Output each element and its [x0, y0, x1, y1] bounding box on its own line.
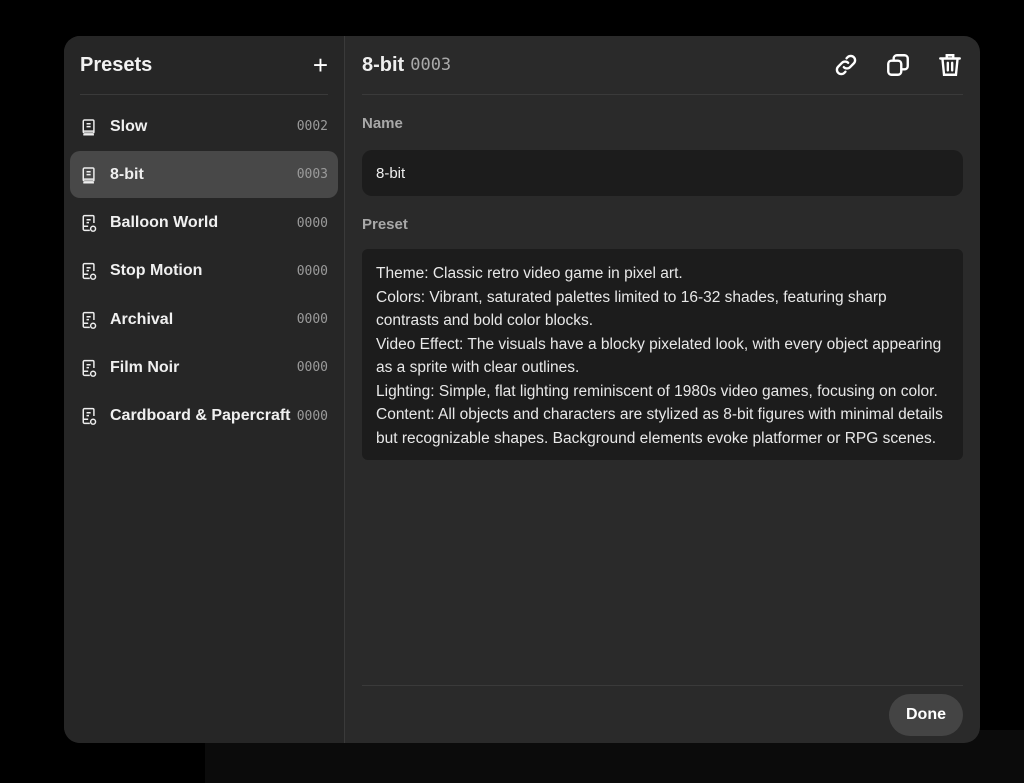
- preset-title: 8-bit: [362, 53, 405, 76]
- sidebar-item-label: 8-bit: [110, 165, 144, 183]
- preset-custom-icon: [82, 311, 97, 329]
- trash-icon[interactable]: [937, 52, 963, 78]
- sidebar-item[interactable]: Slow 0002: [70, 103, 338, 150]
- preset-book-icon: [82, 167, 95, 184]
- duplicate-icon[interactable]: [885, 52, 911, 78]
- presets-dialog: Presets + Slow 0002 8-bit 0003 Balloon World…: [64, 36, 980, 743]
- sidebar-item-count: 0000: [296, 408, 328, 424]
- preset-custom-icon: [82, 263, 97, 281]
- sidebar-item[interactable]: Stop Motion 0000: [70, 248, 338, 295]
- sidebar-item-label: Slow: [110, 117, 148, 135]
- sidebar-item[interactable]: Cardboard & Papercraft 0000: [70, 393, 338, 440]
- sidebar-item[interactable]: Archival 0000: [70, 296, 338, 343]
- sidebar-item-label: Archival: [110, 310, 174, 328]
- sidebar-title: Presets: [80, 53, 153, 76]
- sidebar-item[interactable]: Balloon World 0000: [70, 200, 338, 247]
- link-icon[interactable]: [833, 52, 859, 78]
- sidebar-item-count: 0003: [296, 167, 328, 183]
- sidebar-item-count: 0002: [296, 119, 328, 134]
- sidebar-item-count: 0000: [296, 215, 328, 231]
- sidebar-item-count: 0000: [296, 360, 328, 376]
- preset-custom-icon: [82, 408, 97, 426]
- preset-number: 0003: [410, 55, 452, 75]
- sidebar-item-label: Film Noir: [110, 358, 180, 376]
- preset-list: Slow 0002 8-bit 0003 Balloon World 0000 Stop M…: [70, 103, 338, 440]
- preset-editor: 8-bit 0003 Name 8-bit Preset Theme: Clas…: [345, 36, 980, 743]
- name-input[interactable]: 8-bit: [362, 150, 963, 196]
- sidebar-item-label: Stop Motion: [110, 262, 203, 280]
- sidebar-item-count: 0000: [296, 263, 328, 279]
- preset-custom-icon: [82, 359, 97, 377]
- sidebar-item[interactable]: Film Noir 0000: [70, 344, 338, 391]
- add-preset-button[interactable]: +: [313, 52, 328, 78]
- sidebar-item-count: 0000: [296, 312, 328, 328]
- preset-textarea[interactable]: Theme: Classic retro video game in pixel…: [362, 249, 963, 460]
- presets-sidebar: Presets + Slow 0002 8-bit 0003 Balloon World…: [64, 36, 345, 743]
- sidebar-item-label: Cardboard & Papercraft: [110, 407, 291, 425]
- sidebar-item[interactable]: 8-bit 0003: [70, 151, 338, 199]
- preset-custom-icon: [82, 214, 97, 233]
- sidebar-item-label: Balloon World: [110, 214, 219, 232]
- preset-label: Preset: [362, 216, 408, 233]
- preset-book-icon: [82, 118, 95, 136]
- name-label: Name: [362, 115, 403, 132]
- done-button[interactable]: Done: [889, 694, 963, 736]
